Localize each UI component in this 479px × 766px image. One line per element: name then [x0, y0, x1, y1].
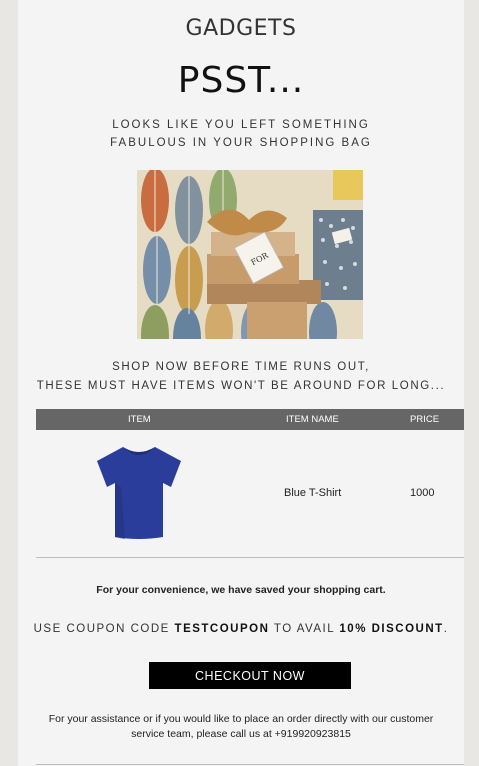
cta-line-1: SHOP NOW BEFORE TIME RUNS OUT,: [112, 361, 370, 373]
subline-line-1: LOOKS LIKE YOU LEFT SOMETHING: [112, 119, 370, 131]
divider: [36, 764, 464, 765]
assistance-text: For your assistance or if you would like…: [48, 713, 434, 740]
subline-line-2: FABULOUS IN YOUR SHOPPING BAG: [110, 137, 372, 149]
item-price: 1000: [410, 487, 435, 499]
coupon-suffix: .: [443, 623, 449, 635]
header-item-name: ITEM NAME: [286, 414, 339, 425]
header-price: PRICE: [410, 414, 440, 425]
coupon-text: USE COUPON CODE TESTCOUPON TO AVAIL 10% …: [18, 623, 464, 635]
headline: PSST...: [177, 60, 305, 101]
item-name: Blue T-Shirt: [284, 487, 342, 499]
cart-row: Blue T-Shirt 1000: [36, 430, 464, 558]
hero-image: FOR: [137, 170, 363, 339]
coupon-discount: 10% DISCOUNT: [339, 623, 444, 635]
email-body: GADGETS PSST... LOOKS LIKE YOU LEFT SOME…: [18, 0, 464, 766]
saved-cart-note: For your convenience, we have saved your…: [96, 584, 386, 596]
brand-title: GADGETS: [185, 16, 297, 41]
coupon-prefix: USE COUPON CODE: [33, 623, 175, 635]
cta-line-2: THESE MUST HAVE ITEMS WON'T BE AROUND FO…: [36, 380, 446, 392]
checkout-button[interactable]: CHECKOUT NOW: [149, 662, 351, 689]
coupon-code: TESTCOUPON: [174, 623, 270, 635]
cta-text: SHOP NOW BEFORE TIME RUNS OUT, THESE MUS…: [18, 358, 464, 396]
coupon-middle: TO AVAIL: [269, 623, 340, 635]
header-item: ITEM: [128, 414, 151, 425]
tshirt-icon[interactable]: [93, 443, 185, 546]
cart-table-header: ITEM ITEM NAME PRICE: [36, 409, 464, 430]
subline: LOOKS LIKE YOU LEFT SOMETHING FABULOUS I…: [18, 116, 464, 152]
